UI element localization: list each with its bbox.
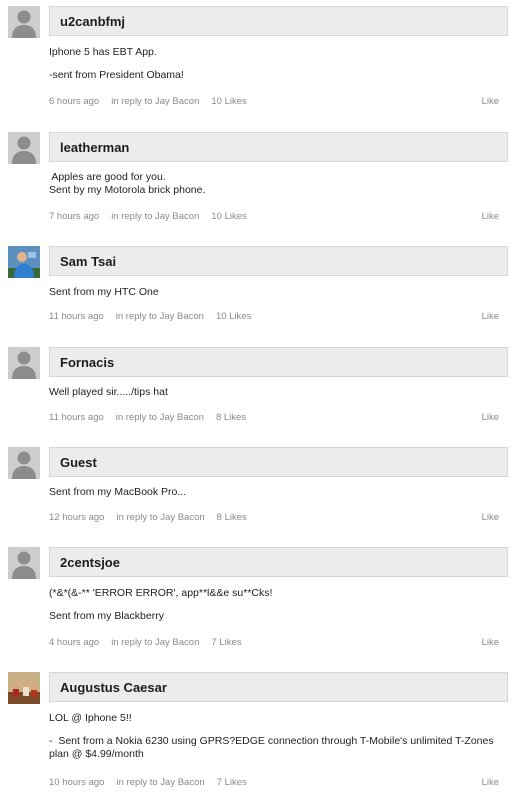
comment-meta: 7 hours ago in reply to Jay Bacon 10 Likes — [49, 211, 499, 222]
in-reply-to-link[interactable]: in reply to Jay Bacon — [111, 96, 199, 107]
username-bar: Sam Tsai — [49, 246, 508, 276]
comment-line: Sent from my Blackberry — [49, 610, 164, 622]
like-button[interactable]: Like — [482, 211, 499, 222]
comment-meta: 11 hours ago in reply to Jay Bacon 8 Likes — [49, 412, 499, 423]
likes-count[interactable]: 10 Likes — [216, 311, 251, 322]
comment-item: Fornacis Well played sir...../tips hat 11 … — [0, 347, 519, 426]
user-avatar[interactable] — [8, 672, 40, 704]
in-reply-to-link[interactable]: in reply to Jay Bacon — [116, 512, 204, 523]
username[interactable]: u2canbfmj — [60, 14, 125, 29]
username[interactable]: Sam Tsai — [60, 254, 116, 269]
comment-body: Iphone 5 has EBT App. -sent from Presiden… — [49, 46, 511, 82]
default-avatar-icon[interactable] — [8, 6, 40, 38]
likes-count[interactable]: 8 Likes — [217, 512, 247, 523]
username[interactable]: leatherman — [60, 140, 129, 155]
comment-meta: 4 hours ago in reply to Jay Bacon 7 Likes — [49, 637, 499, 648]
username[interactable]: 2centsjoe — [60, 555, 120, 570]
in-reply-to-link[interactable]: in reply to Jay Bacon — [116, 777, 204, 788]
comment-line — [49, 725, 511, 735]
comment-body: Sent from my HTC One — [49, 286, 511, 299]
timestamp[interactable]: 11 hours ago — [49, 311, 104, 322]
in-reply-to-link[interactable]: in reply to Jay Bacon — [111, 211, 199, 222]
comment-line: Sent from my MacBook Pro... — [49, 486, 187, 498]
username-bar: u2canbfmj — [49, 6, 508, 36]
comment-item: Sam Tsai Sent from my HTC One 11 hours ago… — [0, 246, 519, 325]
likes-count[interactable]: 8 Likes — [216, 412, 246, 423]
comment-line — [49, 600, 511, 610]
comment-body: LOL @ Iphone 5!! - Sent from a Nokia 6230… — [49, 712, 511, 761]
comment-line: Iphone 5 has EBT App. — [49, 46, 157, 58]
timestamp[interactable]: 11 hours ago — [49, 412, 104, 423]
user-avatar[interactable] — [8, 246, 40, 278]
username[interactable]: Guest — [60, 455, 97, 470]
likes-count[interactable]: 10 Likes — [211, 211, 246, 222]
like-button[interactable]: Like — [482, 311, 499, 322]
timestamp[interactable]: 4 hours ago — [49, 637, 99, 648]
comment-body: Apples are good for you. Sent by my Motor… — [49, 171, 511, 197]
username[interactable]: Augustus Caesar — [60, 680, 167, 695]
default-avatar-icon[interactable] — [8, 132, 40, 164]
default-avatar-icon[interactable] — [8, 447, 40, 479]
likes-count[interactable]: 10 Likes — [211, 96, 246, 107]
comment-line: Apples are good for you. — [49, 171, 166, 183]
comment-item: 2centsjoe (*&*(&-** 'ERROR ERROR', app**l… — [0, 547, 519, 651]
timestamp[interactable]: 10 hours ago — [49, 777, 104, 788]
likes-count[interactable]: 7 Likes — [211, 637, 241, 648]
comment-line: (*&*(&-** 'ERROR ERROR', app**l&&e su**C… — [49, 587, 273, 599]
comment-item: Guest Sent from my MacBook Pro... 12 hours… — [0, 447, 519, 526]
comment-meta: 12 hours ago in reply to Jay Bacon 8 Likes — [49, 512, 499, 523]
timestamp[interactable]: 12 hours ago — [49, 512, 104, 523]
in-reply-to-link[interactable]: in reply to Jay Bacon — [116, 412, 204, 423]
username-bar: leatherman — [49, 132, 508, 162]
comment-meta: 10 hours ago in reply to Jay Bacon 7 Likes — [49, 777, 499, 788]
in-reply-to-link[interactable]: in reply to Jay Bacon — [111, 637, 199, 648]
username-bar: 2centsjoe — [49, 547, 508, 577]
comment-line: - Sent from a Nokia 6230 using GPRS?EDGE… — [49, 735, 494, 747]
likes-count[interactable]: 7 Likes — [217, 777, 247, 788]
comment-line: Sent from my HTC One — [49, 286, 159, 298]
comment-line: -sent from President Obama! — [49, 69, 184, 81]
comment-line: Well played sir...../tips hat — [49, 386, 168, 398]
like-button[interactable]: Like — [482, 96, 499, 107]
default-avatar-icon[interactable] — [8, 547, 40, 579]
comment-item: u2canbfmj Iphone 5 has EBT App. -sent from… — [0, 6, 519, 110]
default-avatar-icon[interactable] — [8, 347, 40, 379]
like-button[interactable]: Like — [482, 412, 499, 423]
comment-body: Sent from my MacBook Pro... — [49, 486, 511, 499]
comment-body: Well played sir...../tips hat — [49, 386, 511, 399]
comment-line: Sent by my Motorola brick phone. — [49, 184, 206, 196]
username-bar: Fornacis — [49, 347, 508, 377]
comment-body: (*&*(&-** 'ERROR ERROR', app**l&&e su**C… — [49, 587, 511, 623]
comment-item: leatherman Apples are good for you. Sent … — [0, 132, 519, 225]
in-reply-to-link[interactable]: in reply to Jay Bacon — [116, 311, 204, 322]
comment-meta: 6 hours ago in reply to Jay Bacon 10 Likes — [49, 96, 499, 107]
comment-line: plan @ $4.99/month — [49, 748, 144, 760]
comment-line: LOL @ Iphone 5!! — [49, 712, 132, 724]
like-button[interactable]: Like — [482, 637, 499, 648]
username-bar: Guest — [49, 447, 508, 477]
comment-item: Augustus Caesar LOL @ Iphone 5!! - Sent fr… — [0, 672, 519, 791]
like-button[interactable]: Like — [482, 512, 499, 523]
username-bar: Augustus Caesar — [49, 672, 508, 702]
timestamp[interactable]: 6 hours ago — [49, 96, 99, 107]
username[interactable]: Fornacis — [60, 355, 114, 370]
comment-line — [49, 59, 511, 69]
like-button[interactable]: Like — [482, 777, 499, 788]
comment-meta: 11 hours ago in reply to Jay Bacon 10 Like… — [49, 311, 499, 322]
timestamp[interactable]: 7 hours ago — [49, 211, 99, 222]
